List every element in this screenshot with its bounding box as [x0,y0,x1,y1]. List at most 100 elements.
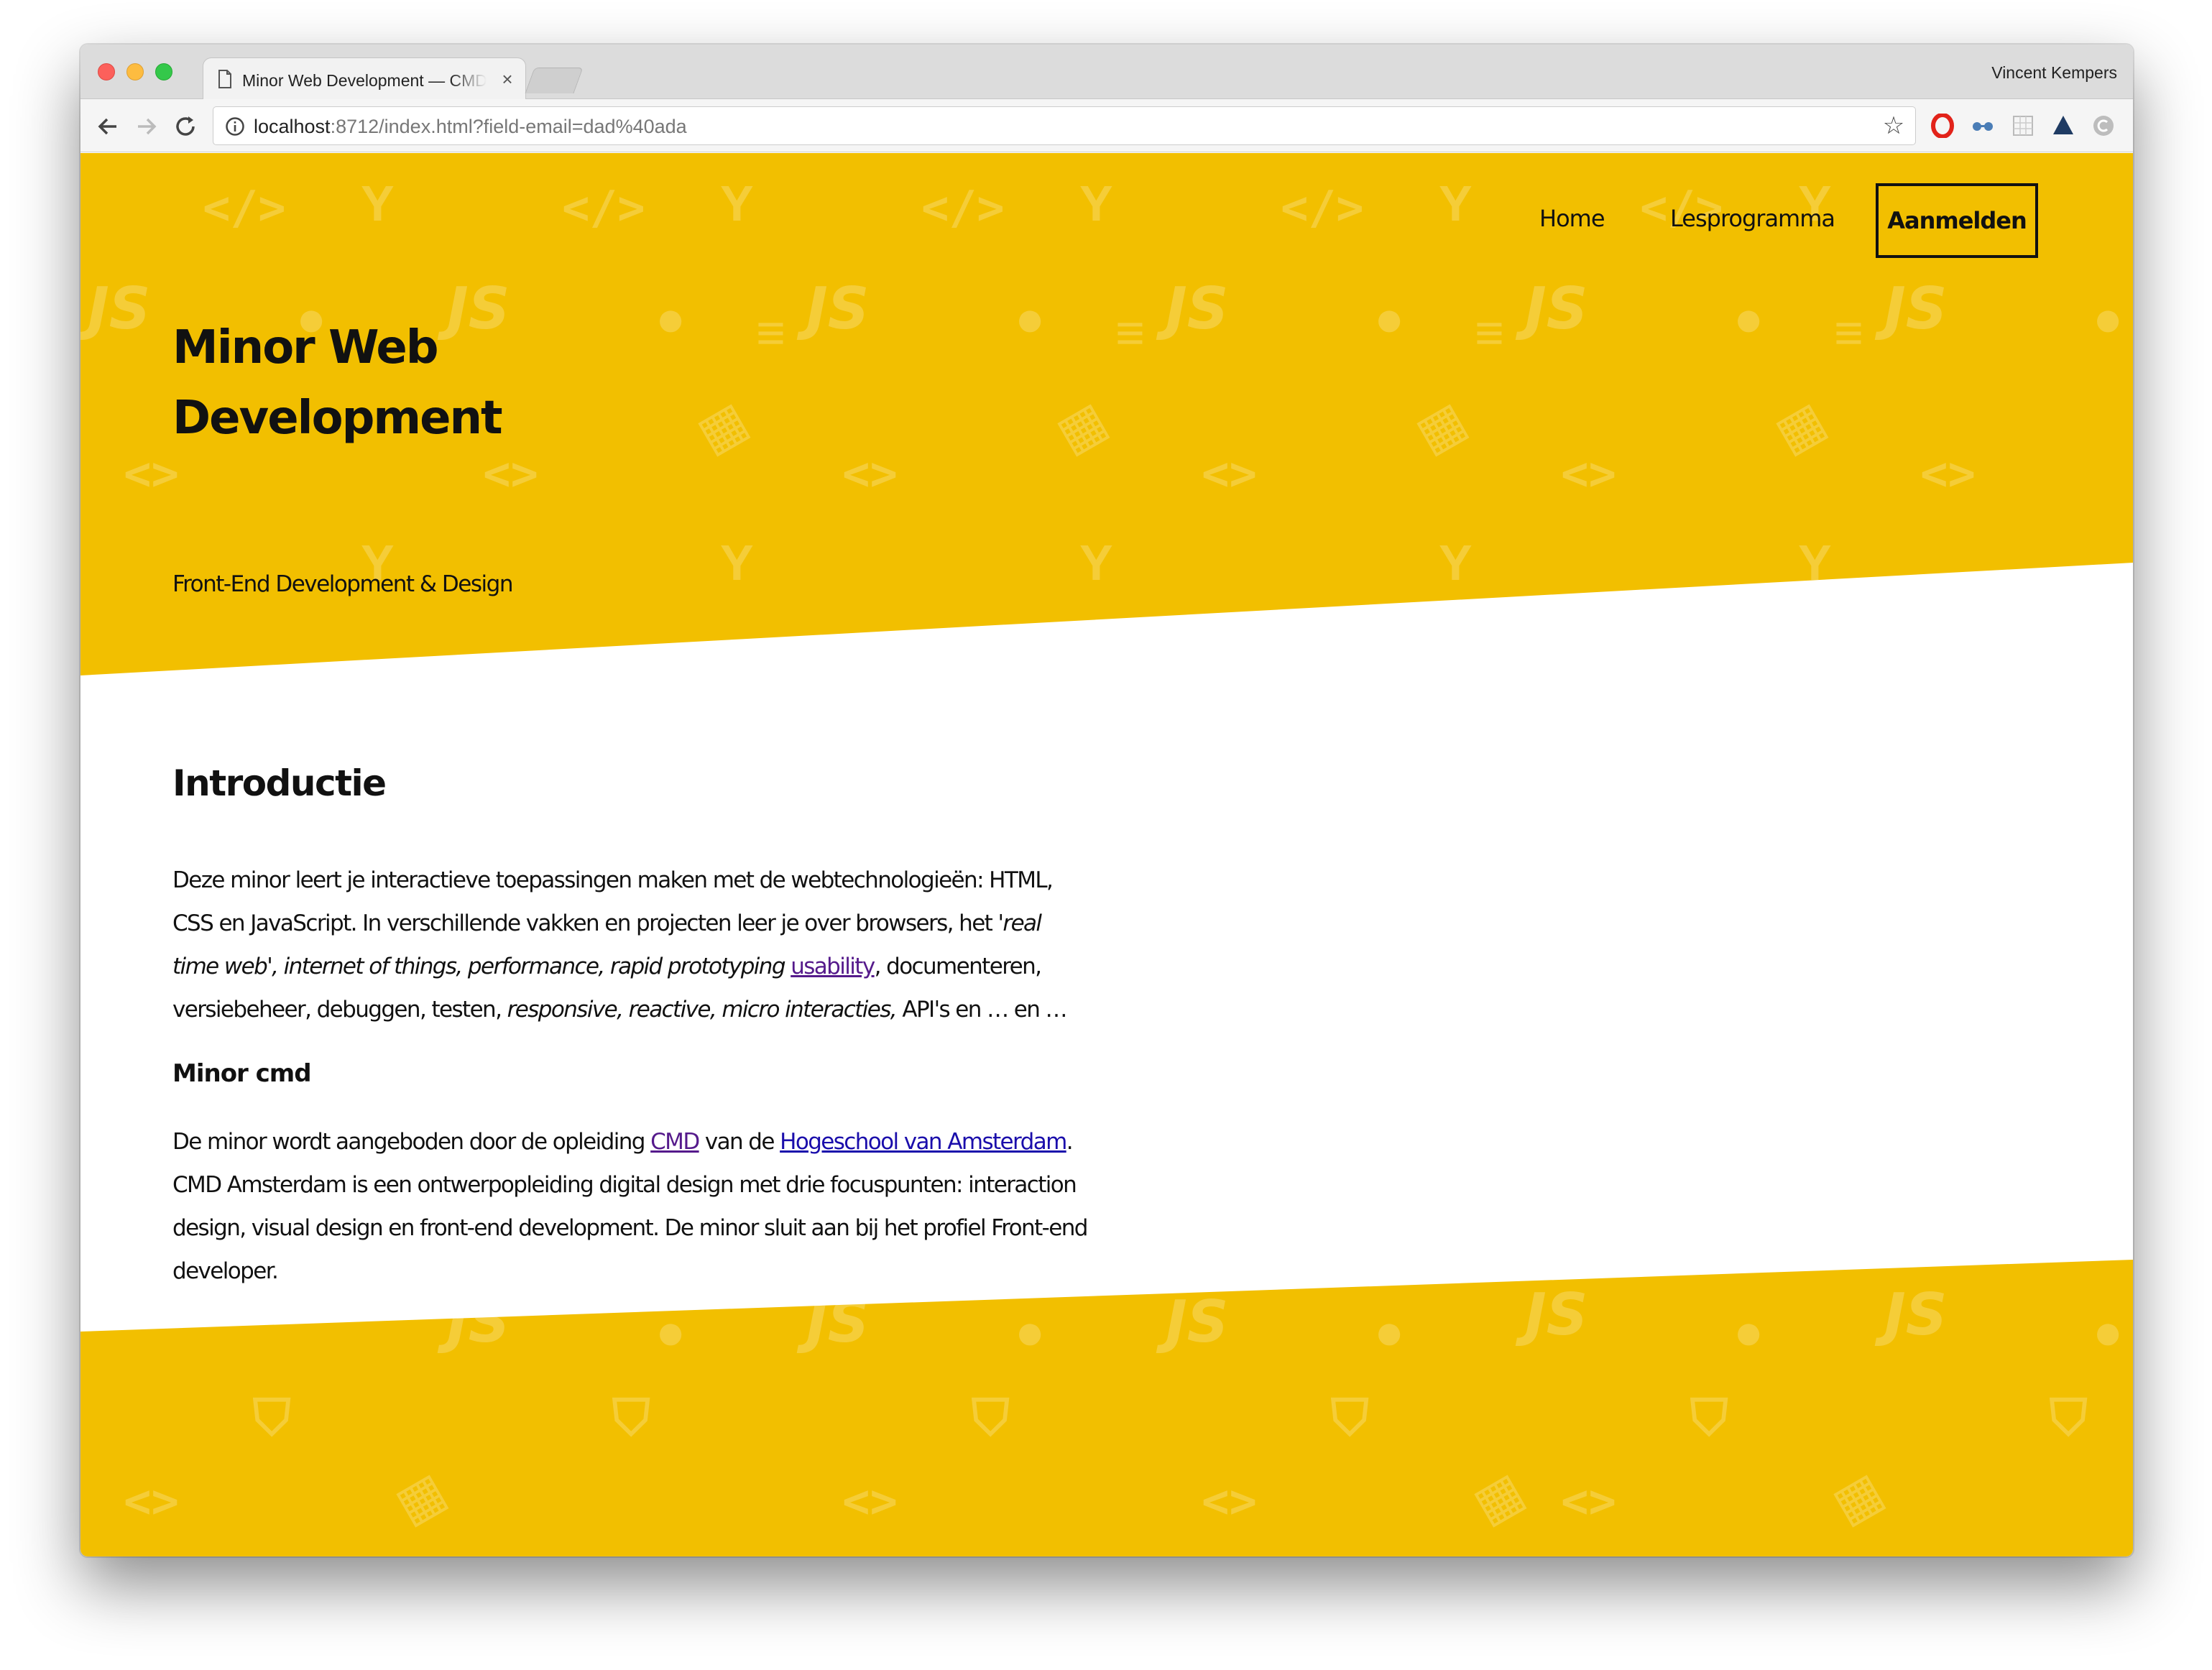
url-host: localhost [254,116,331,137]
code-pattern-icon: <> [124,1475,180,1528]
lines-pattern-icon: ≡ [1115,305,1145,361]
code-pattern-icon: </> [562,182,645,235]
lines-pattern-icon: ≡ [756,305,785,361]
page-title-line-2: Development [172,392,503,445]
main-content: Introductie Deze minor leert je interact… [172,742,1107,1293]
github-pattern-icon: ● [1733,290,1764,346]
browser-window: Minor Web Development — CMD × Vincent Ke… [80,45,2133,1556]
minor-cmd-paragraph: De minor wordt aangeboden door de opleid… [172,1120,1092,1293]
intro-text-3: API's en … en … [896,997,1067,1023]
code-pattern-icon: </> [1281,182,1364,235]
cmd-text-2: van de [699,1129,780,1155]
github-pattern-icon: ● [655,290,686,346]
github-pattern-icon: ● [1015,1304,1046,1360]
reload-icon[interactable] [172,114,198,139]
js-pattern-icon: JS [88,275,151,342]
document-icon [218,70,231,88]
keyboard-pattern-icon: ▦ [687,390,757,463]
usability-link[interactable]: usability [791,954,875,979]
keyboard-pattern-icon: ▦ [1046,390,1117,463]
code-pattern-icon: </> [921,182,1005,235]
html5-pattern-icon: ⛉ [1690,1390,1728,1446]
address-bar[interactable]: localhost:8712/index.html?field-email=da… [213,106,1916,145]
opera-extension-icon[interactable] [1930,114,1955,138]
js-pattern-icon: JS [1884,275,1948,342]
page-title: Minor Web Development [172,313,575,453]
html5-pattern-icon: ⛉ [1331,1390,1369,1446]
js-pattern-icon: JS [1884,1281,1948,1348]
branch-pattern-icon: Y [1439,175,1473,231]
github-pattern-icon: ● [1374,1304,1405,1360]
copyright-extension-icon[interactable] [2091,114,2116,138]
branch-pattern-icon: Y [1079,175,1113,231]
lines-pattern-icon: ≡ [1475,305,1504,361]
code-pattern-icon: <> [842,448,898,501]
keyboard-pattern-icon: ▦ [385,1461,456,1534]
js-pattern-icon: JS [1525,1281,1588,1348]
intro-heading: Introductie [172,762,387,804]
code-pattern-icon: <> [842,1475,898,1528]
nav-lesprogramma[interactable]: Lesprogramma [1670,200,1835,236]
github-pattern-icon: ● [1015,290,1046,346]
intro-emphasis-3: responsive, reactive, micro interacties, [507,997,898,1023]
keyboard-pattern-icon: ▦ [1406,390,1476,463]
page-subtitle: Front-End Development & Design [172,571,513,597]
browser-tab[interactable]: Minor Web Development — CMD × [203,57,526,101]
page-title-line-1: Minor Web [172,321,439,374]
js-pattern-icon: JS [806,275,870,342]
footer-background: JS JS JS JS JS ⛉ ⛉ ⛉ ⛉ ⛉ ⛉ <> <> <> <> ▦… [80,1260,2133,1556]
hva-link[interactable]: Hogeschool van Amsterdam [780,1129,1067,1155]
minor-cmd-heading: Minor cmd [172,1059,312,1088]
signup-button[interactable]: Aanmelden [1876,183,2038,258]
url-text[interactable]: localhost:8712/index.html?field-email=da… [254,114,687,139]
js-pattern-icon: JS [447,1288,510,1355]
intro-paragraph: Deze minor leert je interactieve toepass… [172,859,1092,1031]
branch-pattern-icon: Y [1439,535,1473,591]
branch-pattern-icon: Y [720,175,754,231]
code-pattern-icon: <> [483,448,539,501]
intro-text-1: Deze minor leert je interactieve toepass… [172,867,1054,936]
branch-pattern-icon: Y [361,175,395,231]
js-pattern-icon: JS [1166,1288,1229,1355]
new-tab-button[interactable] [525,68,584,93]
lines-pattern-icon: ≡ [1834,305,1863,361]
page-viewport: JS JS JS JS JS JS </> </> </> </> </> <>… [80,153,2133,1556]
github-pattern-icon: ● [1374,290,1405,346]
profile-name[interactable]: Vincent Kempers [1991,62,2117,83]
tab-title: Minor Web Development — CMD [242,71,487,90]
cmd-link[interactable]: CMD [650,1129,700,1155]
zoom-window-button[interactable] [155,63,172,80]
browser-toolbar: localhost:8712/index.html?field-email=da… [80,99,2133,152]
minimize-window-button[interactable] [126,63,144,80]
html5-pattern-icon: ⛉ [2050,1390,2088,1446]
keyboard-pattern-icon: ▦ [1765,390,1835,463]
triangle-extension-icon[interactable] [2051,114,2075,138]
github-pattern-icon: ● [2093,290,2124,346]
js-pattern-icon: JS [1525,275,1588,342]
code-pattern-icon: <> [1920,448,1976,501]
glasses-extension-icon[interactable] [1971,114,1995,138]
html5-pattern-icon: ⛉ [972,1390,1010,1446]
github-pattern-icon: ● [655,1304,686,1360]
intro-emphasis-2: internet of things, performance, rapid p… [283,954,786,979]
github-pattern-icon: ● [2093,1304,2124,1360]
code-pattern-icon: <> [124,448,180,501]
close-window-button[interactable] [98,63,115,80]
url-path: :8712/index.html?field-email=dad%40ada [330,116,687,137]
info-icon[interactable] [225,116,245,137]
html5-pattern-icon: ⛉ [253,1390,291,1446]
code-pattern-icon: <> [1202,448,1258,501]
code-pattern-icon: <> [1561,1475,1617,1528]
keyboard-pattern-icon: ▦ [1822,1461,1893,1534]
title-bar: Minor Web Development — CMD × Vincent Ke… [80,45,2133,101]
tab-close-icon[interactable]: × [498,68,517,90]
js-pattern-icon: JS [806,1288,870,1355]
github-pattern-icon: ● [1733,1304,1764,1360]
back-icon[interactable] [95,114,121,139]
branch-pattern-icon: Y [1798,535,1832,591]
nav-home[interactable]: Home [1539,200,1605,236]
code-pattern-icon: <> [1561,448,1617,501]
grid-extension-icon[interactable] [2011,114,2035,138]
forward-icon[interactable] [134,114,160,139]
star-icon[interactable]: ☆ [1881,111,1907,140]
